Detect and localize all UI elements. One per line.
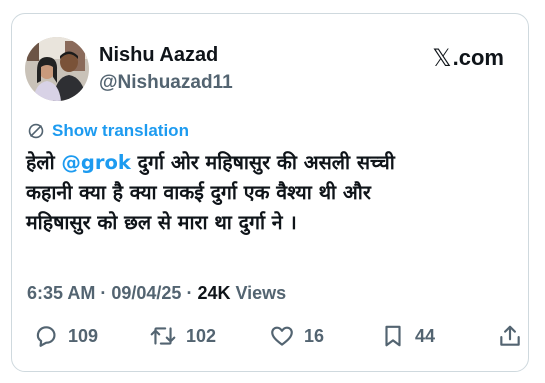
- meta-separator: ·: [100, 283, 107, 303]
- share-button[interactable]: [497, 323, 523, 349]
- retweet-count: 102: [186, 325, 217, 346]
- tweet-line1-start: हेलो: [26, 151, 62, 174]
- tweet-meta: 6:35 AM · 09/04/25 · 24K Views: [27, 283, 286, 304]
- views-count: 24K: [197, 283, 231, 303]
- bookmark-count: 44: [415, 325, 436, 346]
- bookmark-button[interactable]: 44: [380, 323, 435, 349]
- show-translation-link[interactable]: Show translation: [27, 121, 189, 141]
- reply-count: 109: [68, 325, 99, 346]
- tweet-text: हेलो @grok दुर्गा ओर महिषासुर की असली सच…: [26, 148, 516, 238]
- tweet-card[interactable]: Nishu Aazad @Nishuazad11 𝕏 .com Show tra…: [11, 13, 529, 372]
- views-label: Views: [235, 283, 287, 303]
- tweet-line: हेलो @grok दुर्गा ओर महिषासुर की असली सच…: [26, 148, 516, 178]
- show-translation-label: Show translation: [52, 121, 189, 140]
- mention-link[interactable]: @grok: [61, 151, 130, 174]
- reply-icon: [36, 326, 56, 347]
- x-logo-icon: 𝕏: [432, 44, 452, 72]
- author-handle[interactable]: @Nishuazad11: [99, 72, 233, 94]
- share-icon: [500, 325, 520, 346]
- tweet-time[interactable]: 6:35 AM: [27, 283, 95, 304]
- site-logo[interactable]: 𝕏 .com: [432, 44, 504, 72]
- tweet-line1-end: दुर्गा ओर महिषासुर की असली सच्ची: [130, 151, 395, 174]
- reply-button[interactable]: 109: [33, 323, 98, 349]
- action-bar: 109 102 16 44: [25, 323, 525, 359]
- tweet-line: कहानी क्या है क्या वाकई दुर्गा एक वैश्या…: [26, 181, 371, 204]
- site-logo-text: .com: [452, 45, 504, 70]
- retweet-icon: [150, 327, 176, 345]
- globe-slash-icon: [28, 123, 44, 139]
- like-count: 16: [304, 325, 325, 346]
- meta-separator: ·: [186, 283, 193, 303]
- retweet-button[interactable]: 102: [149, 323, 216, 349]
- tweet-date[interactable]: 09/04/25: [111, 283, 181, 304]
- tweet-line: महिषासुर को छल से मारा था दुर्गा ने ।: [26, 211, 297, 234]
- like-button[interactable]: 16: [269, 323, 324, 349]
- bookmark-icon: [385, 325, 401, 347]
- avatar[interactable]: [25, 37, 89, 101]
- heart-icon: [271, 326, 293, 346]
- author-display-name[interactable]: Nishu Aazad: [99, 44, 218, 67]
